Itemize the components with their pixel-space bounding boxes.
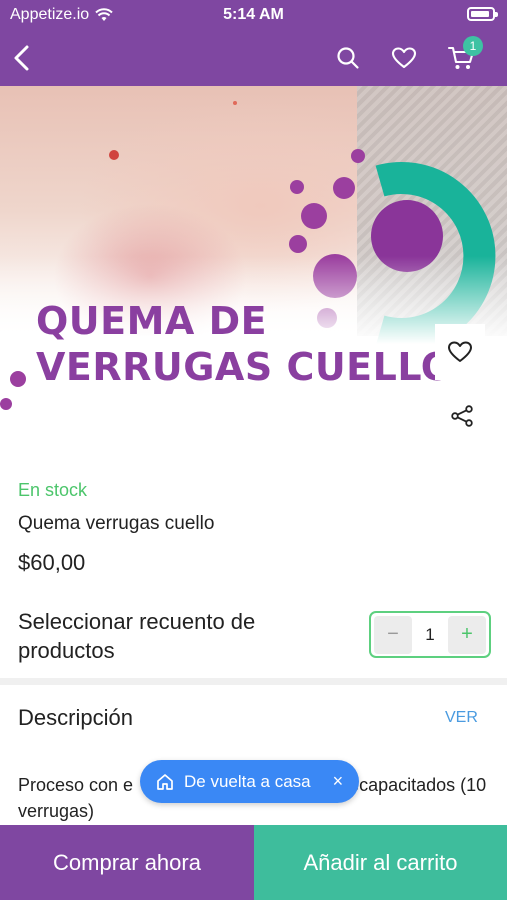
- description-see-more-link[interactable]: VER: [445, 709, 478, 727]
- description-text-start: Proceso con e: [18, 775, 134, 795]
- back-home-toast[interactable]: De vuelta a casa ×: [140, 760, 360, 803]
- toast-close-button[interactable]: ×: [333, 771, 344, 792]
- bottom-action-bar: Comprar ahora Añadir al carrito: [0, 825, 507, 900]
- quantity-increase-button[interactable]: +: [448, 615, 486, 654]
- battery-icon: [467, 7, 498, 21]
- hero-title-line2: VERRUGAS CUELLO: [36, 345, 454, 389]
- cart-button[interactable]: 1: [443, 36, 483, 76]
- status-time: 5:14 AM: [223, 6, 284, 23]
- home-icon: [157, 773, 173, 790]
- add-to-cart-button[interactable]: Añadir al carrito: [254, 825, 507, 900]
- quantity-label: Seleccionar recuento de productos: [18, 609, 256, 663]
- search-button[interactable]: [330, 40, 366, 76]
- heart-icon: [448, 341, 472, 362]
- description-title: Descripción: [18, 705, 133, 730]
- nav-bar: 1: [0, 30, 507, 86]
- section-divider: [0, 678, 507, 685]
- status-bar: Appetize.io 5:14 AM: [0, 0, 507, 30]
- product-name: Quema verrugas cuello: [18, 513, 215, 534]
- hero-title-line1: QUEMA DE: [36, 299, 268, 343]
- favorite-button[interactable]: [435, 324, 485, 380]
- search-icon: [337, 47, 359, 69]
- share-button[interactable]: [444, 398, 480, 434]
- share-icon: [451, 405, 473, 427]
- chevron-left-icon: [14, 45, 29, 71]
- heart-icon: [391, 47, 417, 69]
- product-image: QUEMA DE VERRUGAS CUELLO: [0, 86, 507, 411]
- stock-status: En stock: [18, 480, 88, 500]
- quantity-stepper: − 1 +: [369, 611, 491, 658]
- toast-label: De vuelta a casa: [184, 771, 311, 791]
- cart-count-badge: 1: [463, 36, 483, 56]
- quantity-value: 1: [425, 624, 435, 644]
- quantity-decrease-button[interactable]: −: [374, 615, 412, 654]
- hero-title: QUEMA DE VERRUGAS CUELLO: [36, 298, 454, 390]
- back-button[interactable]: [4, 40, 40, 76]
- buy-now-button[interactable]: Comprar ahora: [0, 825, 254, 900]
- product-price: $60,00: [18, 550, 86, 575]
- wishlist-button[interactable]: [386, 40, 422, 76]
